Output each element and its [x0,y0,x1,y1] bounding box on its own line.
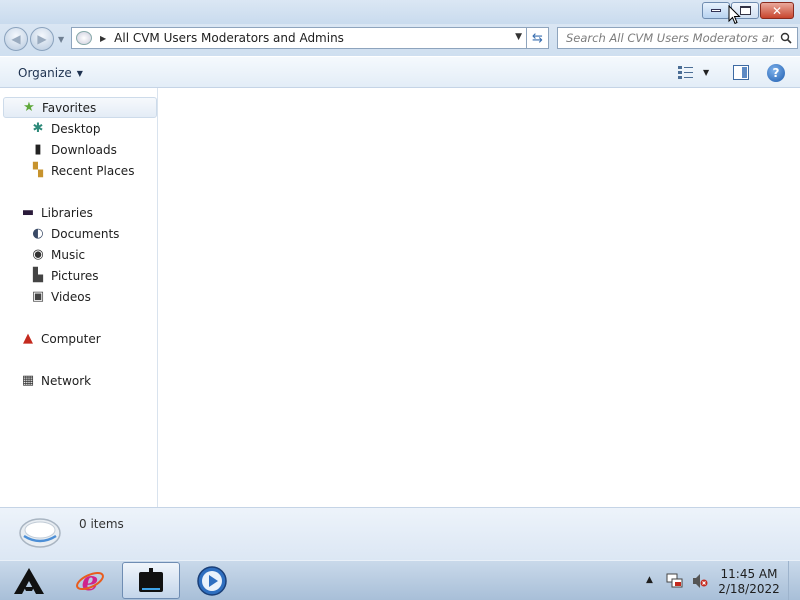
search-placeholder: Search All CVM Users Moderators and... [566,31,774,45]
documents-icon: ◐ [32,226,44,241]
search-icon[interactable] [780,32,792,44]
taskbar-windows-explorer[interactable] [122,562,180,599]
sidebar-item-pictures[interactable]: ▙ Pictures [30,265,99,286]
sidebar-item-label: Libraries [41,205,93,220]
sidebar-item-label: Computer [41,331,101,346]
sidebar-item-computer[interactable]: ▲ Computer [20,328,101,349]
sidebar-item-favorites[interactable]: ★ Favorites [3,97,157,118]
organize-label: Organize [18,66,72,80]
file-list-area[interactable] [159,88,800,507]
change-view-icon[interactable] [678,66,694,79]
address-row: ◀ ▶ ▼ ▶ All CVM Users Moderators and Adm… [0,24,800,56]
views-dropdown-icon[interactable]: ▼ [703,68,709,77]
sidebar-item-downloads[interactable]: ▮ Downloads [30,139,117,160]
volume-muted-icon[interactable] [692,573,708,589]
recent-places-icon: ▚ [33,163,43,178]
desktop-icon: ✱ [32,121,44,136]
details-pane: 0 items [0,507,800,560]
clock-time: 11:45 AM [720,567,778,581]
taskbar-media-player[interactable] [183,562,241,599]
show-desktop-button[interactable] [788,561,800,600]
music-icon: ◉ [32,247,44,262]
computer-icon: ▲ [23,331,33,346]
taskbar-clock[interactable]: 11:45 AM 2/18/2022 [716,567,782,597]
mouse-cursor-icon [728,5,741,25]
recent-pages-dropdown[interactable]: ▼ [58,35,64,44]
back-arrow-icon: ◀ [11,32,21,46]
pictures-icon: ▙ [33,268,43,283]
command-bar: Organize ▼ ▼ ? [0,56,800,88]
sidebar-item-desktop[interactable]: ✱ Desktop [30,118,101,139]
title-bar: ✕ [0,0,800,24]
taskbar-internet-explorer[interactable]: e [61,562,119,599]
network-icon: ▦ [21,373,35,388]
organize-menu-button[interactable]: Organize ▼ [18,66,83,80]
forward-arrow-icon: ▶ [37,32,47,46]
minimize-icon [711,9,721,12]
forward-button[interactable]: ▶ [30,27,54,51]
help-icon[interactable]: ? [767,64,785,82]
taskbar: e ▲ 11:45 AM 2/18/2022 [0,560,800,600]
sidebar-item-label: Videos [51,289,91,304]
sidebar-item-recent-places[interactable]: ▚ Recent Places [30,160,134,181]
sidebar-item-network[interactable]: ▦ Network [20,370,91,391]
start-logo-icon [14,567,44,594]
minimize-button[interactable] [702,2,730,19]
sidebar-item-label: Music [51,247,86,262]
refresh-icon: ⇆ [532,30,543,46]
restore-icon [739,6,751,15]
sidebar-item-label: Pictures [51,268,99,283]
address-dropdown-icon[interactable]: ▼ [515,32,522,42]
sidebar-item-videos[interactable]: ▣ Videos [30,286,91,307]
libraries-icon: ▬ [21,205,35,220]
sidebar-item-label: Documents [51,226,120,241]
sidebar-item-label: Favorites [42,100,97,115]
navigation-pane: ★ Favorites ✱ Desktop ▮ Downloads ▚ Rece… [0,88,158,507]
explorer-taskbar-icon [139,567,163,592]
videos-icon: ▣ [31,289,45,304]
items-count: 0 items [79,517,124,531]
window-controls: ✕ [701,2,794,19]
sidebar-item-music[interactable]: ◉ Music [30,244,85,265]
sidebar-item-label: Network [41,373,92,388]
folder-location-large-icon [19,518,61,548]
address-bar[interactable]: ▶ All CVM Users Moderators and Admins ▼ [71,27,527,49]
preview-pane-icon[interactable] [733,65,749,80]
search-input[interactable]: Search All CVM Users Moderators and... [557,27,798,49]
back-button[interactable]: ◀ [4,27,28,51]
start-button[interactable] [0,562,58,599]
svg-text:e: e [82,567,99,596]
media-player-icon [197,565,227,596]
sidebar-item-label: Desktop [51,121,101,136]
sidebar-item-label: Downloads [51,142,117,157]
downloads-icon: ▮ [34,142,42,157]
breadcrumb-path[interactable]: All CVM Users Moderators and Admins [114,31,344,45]
sidebar-item-label: Recent Places [51,163,135,178]
folder-location-icon [76,31,92,45]
refresh-button[interactable]: ⇆ [527,27,549,49]
show-hidden-icons-button[interactable]: ▲ [646,575,653,585]
close-icon: ✕ [771,3,783,18]
sidebar-item-documents[interactable]: ◐ Documents [30,223,119,244]
chevron-down-icon: ▼ [76,68,83,78]
favorites-star-icon: ★ [23,100,35,115]
breadcrumb-separator-icon[interactable]: ▶ [100,34,106,43]
close-button[interactable]: ✕ [760,2,794,19]
clock-date: 2/18/2022 [718,582,780,596]
internet-explorer-icon: e [76,567,104,596]
sidebar-item-libraries[interactable]: ▬ Libraries [20,202,93,223]
network-tray-icon[interactable] [666,573,684,589]
